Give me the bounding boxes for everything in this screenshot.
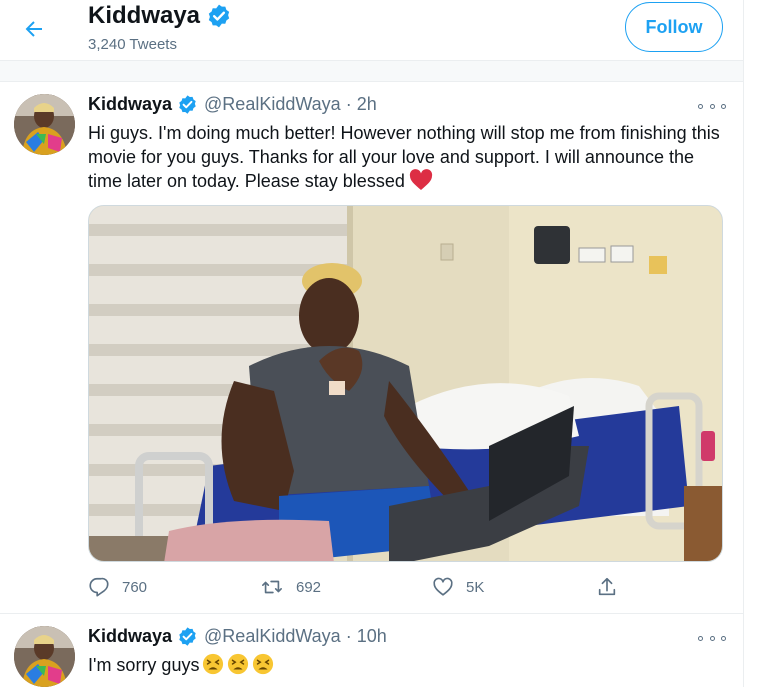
- retweet-icon: [262, 580, 282, 594]
- verified-badge-icon: [179, 95, 196, 114]
- back-arrow-icon: [25, 21, 42, 37]
- more-options-button[interactable]: [698, 628, 726, 648]
- column-border: [743, 0, 744, 687]
- tweet-text: I'm sorry guys: [88, 653, 728, 677]
- tweet-actions: 760 692 5K: [88, 576, 648, 602]
- retweet-button[interactable]: 692: [260, 576, 321, 598]
- tweet[interactable]: Kiddwaya @RealKiddWaya · 2h Hi guys. I'm…: [0, 82, 744, 614]
- tweet-count: 3,240 Tweets: [88, 36, 177, 53]
- tired-face-emoji-icon: [203, 653, 224, 675]
- more-icon: [698, 635, 703, 641]
- tweet-author-name[interactable]: Kiddwaya: [88, 94, 172, 115]
- reply-button[interactable]: 760: [88, 576, 147, 598]
- tweet-body: Hi guys. I'm doing much better! However …: [88, 123, 720, 191]
- tweet-header: Kiddwaya @RealKiddWaya · 10h: [88, 626, 387, 647]
- tweet-text: Hi guys. I'm doing much better! However …: [88, 121, 728, 193]
- retweet-count: 692: [296, 578, 322, 596]
- tweet-author-handle[interactable]: @RealKiddWaya: [204, 626, 341, 647]
- separator-dot: ·: [345, 626, 352, 646]
- profile-name: Kiddwaya: [88, 2, 232, 30]
- tweet-author-handle[interactable]: @RealKiddWaya: [204, 94, 341, 115]
- tweet-author-name[interactable]: Kiddwaya: [88, 626, 172, 647]
- reply-count: 760: [122, 578, 148, 596]
- tweet-timestamp[interactable]: 10h: [357, 626, 387, 647]
- tired-face-emoji-icon: [228, 653, 249, 675]
- tweet-photo[interactable]: [88, 205, 723, 562]
- back-button[interactable]: [15, 10, 53, 48]
- tweet-photo-image: [89, 206, 722, 561]
- avatar[interactable]: [14, 94, 75, 155]
- tweet-body: I'm sorry guys: [88, 655, 200, 675]
- tweet[interactable]: Kiddwaya @RealKiddWaya · 10h I'm sorry g…: [0, 614, 744, 687]
- more-icon: [698, 103, 703, 109]
- like-count: 5K: [466, 578, 485, 596]
- tweet-header: Kiddwaya @RealKiddWaya · 2h: [88, 94, 377, 115]
- red-heart-emoji-icon: [409, 169, 432, 190]
- follow-button[interactable]: Follow: [625, 2, 723, 52]
- avatar-image: [14, 626, 75, 687]
- like-button[interactable]: 5K: [432, 576, 484, 598]
- tired-face-emoji-icon: [253, 653, 274, 675]
- reply-icon: [89, 577, 109, 597]
- tired-face-emoji-group: [199, 653, 274, 675]
- verified-badge-icon: [208, 4, 230, 28]
- verified-badge-icon: [179, 627, 196, 646]
- like-icon: [433, 577, 453, 596]
- separator-dot: ·: [345, 94, 352, 114]
- more-options-button[interactable]: [698, 96, 726, 116]
- profile-name-text: Kiddwaya: [88, 2, 201, 29]
- section-divider: [0, 60, 744, 82]
- profile-header: Kiddwaya 3,240 Tweets Follow: [0, 0, 744, 60]
- share-button[interactable]: [596, 576, 630, 598]
- share-icon: [598, 577, 616, 596]
- avatar[interactable]: [14, 626, 75, 687]
- avatar-image: [14, 94, 75, 155]
- tweet-timestamp[interactable]: 2h: [357, 94, 377, 115]
